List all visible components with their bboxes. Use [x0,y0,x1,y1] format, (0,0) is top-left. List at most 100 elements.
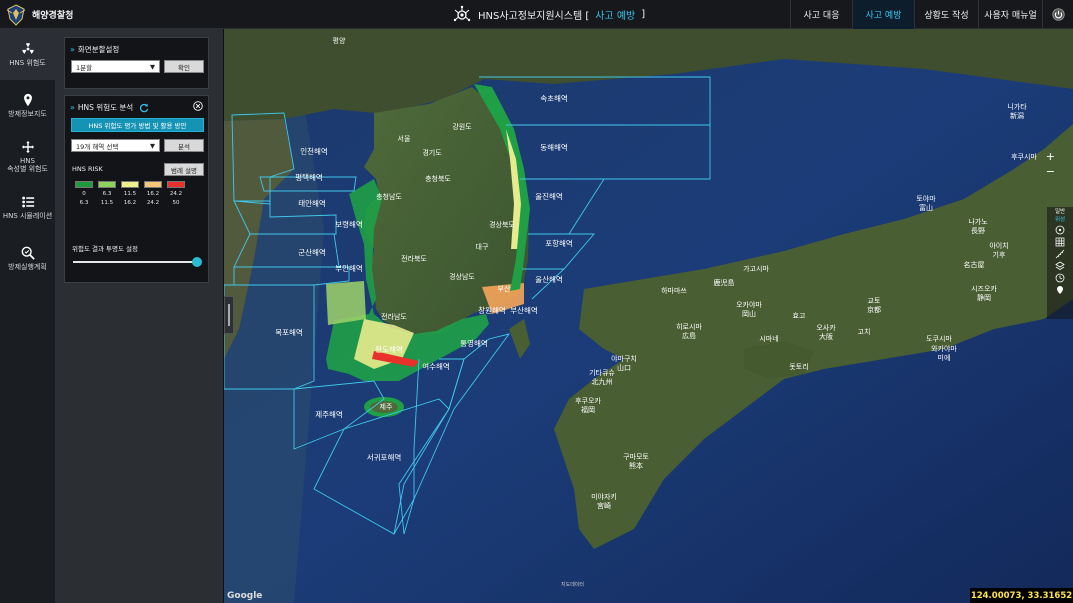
sidebar-item-response-plan[interactable]: 방제실행계획 [0,233,55,284]
grid-icon[interactable] [1055,237,1065,247]
place-label: 히로시마 [676,322,702,331]
place-label: 大阪 [819,332,833,341]
place-label: 전라남도 [381,312,407,321]
opacity-slider-track[interactable] [73,261,197,263]
legend-swatch [75,181,93,188]
sea-zone-label[interactable]: 완도해역 [375,344,403,354]
brand[interactable]: 해양경찰청 [4,2,73,27]
screen-split-title: 화면분할설정 [77,45,120,54]
sea-zone-label[interactable]: 포항해역 [545,238,573,248]
sea-zone-label[interactable]: 울진해역 [535,191,563,201]
place-label: 広島 [682,331,696,340]
sea-zone-label[interactable]: 보령해역 [335,219,363,229]
place-label: 名古屋 [964,260,985,269]
sea-zone-label[interactable]: 제주해역 [315,409,343,419]
sidebar-item-response-map[interactable]: 방제정보지도 [0,80,55,131]
sea-zone-label[interactable]: 부산해역 [510,305,538,315]
legend-min-value: 0 [82,191,86,197]
map-view[interactable]: 속초해역동해해역 인천해역평택해역태안해역 울진해역보령해역포항해역군산해역부안해역… [224,29,1073,603]
nav-situation-map[interactable]: 상황도 작성 [914,0,978,29]
place-label: 토야마 [916,194,936,203]
legend-max-value: 11.5 [100,200,114,206]
location-pin-icon[interactable] [1055,285,1065,295]
power-button[interactable] [1042,0,1073,29]
target-icon[interactable] [1055,225,1065,235]
app-root: 해양경찰청 HNS사고정보지원시스템 [ 사고 예방 ] 사고 대응 사고 예방… [0,0,1073,603]
sea-zone-label[interactable]: 평택해역 [295,172,323,182]
map-pin-icon [23,93,32,107]
opacity-slider-knob[interactable] [192,257,202,267]
legend-swatch [144,181,162,188]
sidebar-item-attribute-risk[interactable]: HNS 속성별 위험도 [0,131,55,182]
refresh-icon[interactable] [139,103,149,113]
sea-zone-label[interactable]: 서귀포해역 [367,452,402,462]
place-label: 니가타 [1007,102,1027,111]
screen-split-box: » 화면분할설정 1분할 ▼ 확인 [64,37,209,89]
place-label: 야마구치 [611,354,637,363]
place-label: 아이치 [989,241,1008,250]
place-label: 고치 [858,327,871,336]
sea-zone-label[interactable]: 속초해역 [540,93,568,103]
sea-zone-label[interactable]: 태안해역 [298,198,326,208]
map-toolbar: 일반 위성 [1047,207,1073,319]
screen-split-select[interactable]: 1분할 ▼ [71,60,160,73]
control-panel: » 화면분할설정 1분할 ▼ 확인 » HNS 위험도 분석 HNS 위험도 평… [56,29,224,603]
nav-incident-prevention[interactable]: 사고 예방 [852,0,914,29]
place-label: 부산 [498,284,511,293]
sea-zone-label[interactable]: 동해해역 [540,142,568,152]
place-label: 기타큐슈 [589,368,615,377]
system-mode: 사고 예방 [595,11,636,22]
move-icon [21,140,34,154]
hns-risk-title: HNS RISK [72,165,103,173]
panel-collapse-handle[interactable] [224,296,234,334]
map-type-satellite[interactable]: 위성 [1055,217,1065,223]
top-header: 해양경찰청 HNS사고정보지원시스템 [ 사고 예방 ] 사고 대응 사고 예방… [0,0,1073,29]
google-logo: Google [227,591,263,601]
zoom-out-button[interactable]: − [1046,166,1055,177]
zoom-in-button[interactable]: + [1046,151,1055,162]
sidebar-item-label: HNS 시뮬레이션 [2,211,53,220]
sea-zone-label[interactable]: 군산해역 [298,247,326,257]
sea-zone-label[interactable]: 창원해역 [478,305,506,315]
place-label: 도쿠시마 [926,334,952,343]
confirm-button[interactable]: 확인 [164,60,204,73]
place-label: 가고시마 [743,264,769,273]
place-label: 후쿠시마 [1011,152,1037,161]
sea-zone-label[interactable]: 여수해역 [422,361,450,371]
satellite-map[interactable]: 속초해역동해해역 인천해역평택해역태안해역 울진해역보령해역포항해역군산해역부안해역… [224,29,1073,603]
legend-max-value: 16.2 [123,200,137,206]
sidebar-item-hns-risk[interactable]: HNS 위험도 [0,29,55,80]
place-label: 기후 [993,250,1006,259]
place-label: 교토 [868,297,881,305]
layers-icon[interactable] [1055,261,1065,271]
simulation-icon [21,196,34,208]
place-label: 미야자키 [591,492,617,501]
legend-max-value: 50 [172,200,180,206]
map-type-normal[interactable]: 일반 [1055,209,1065,215]
place-label: 충청남도 [376,192,402,201]
sea-zone-label[interactable]: 통영해역 [460,338,488,348]
measure-icon[interactable] [1055,249,1065,259]
nav-incident-response[interactable]: 사고 대응 [790,0,852,29]
place-label: 京都 [867,305,881,314]
legend-description-button[interactable]: 범례 설명 [164,163,204,176]
analyze-button[interactable]: 분석 [164,139,204,152]
place-label: 熊本 [629,461,643,470]
sea-zone-label[interactable]: 부안해역 [335,263,363,273]
sea-area-select[interactable]: 19개 해역 선택 ▼ [71,139,160,152]
close-icon[interactable] [193,101,203,111]
sea-zone-label[interactable]: 목포해역 [275,327,303,337]
risk-analysis-box: » HNS 위험도 분석 HNS 위험도 평가 방법 및 활용 방안 19개 해… [64,95,209,283]
sea-zone-label[interactable]: 울산해역 [535,274,563,284]
risk-analysis-title: HNS 위험도 분석 [77,103,134,112]
nav-user-manual[interactable]: 사용자 매뉴얼 [978,0,1042,29]
sea-zone-label[interactable]: 인천해역 [300,146,328,156]
place-label: 와카야마 [931,344,957,353]
place-label: 효고 [793,312,806,320]
place-label: 福岡 [581,405,595,414]
evaluation-method-button[interactable]: HNS 위험도 평가 방법 및 활용 방안 [71,118,204,132]
place-label: 제주 [380,403,393,411]
sidebar-item-simulation[interactable]: HNS 시뮬레이션 [0,182,55,233]
dropdown-arrow-icon: ▼ [150,62,155,71]
clock-icon[interactable] [1055,273,1065,283]
